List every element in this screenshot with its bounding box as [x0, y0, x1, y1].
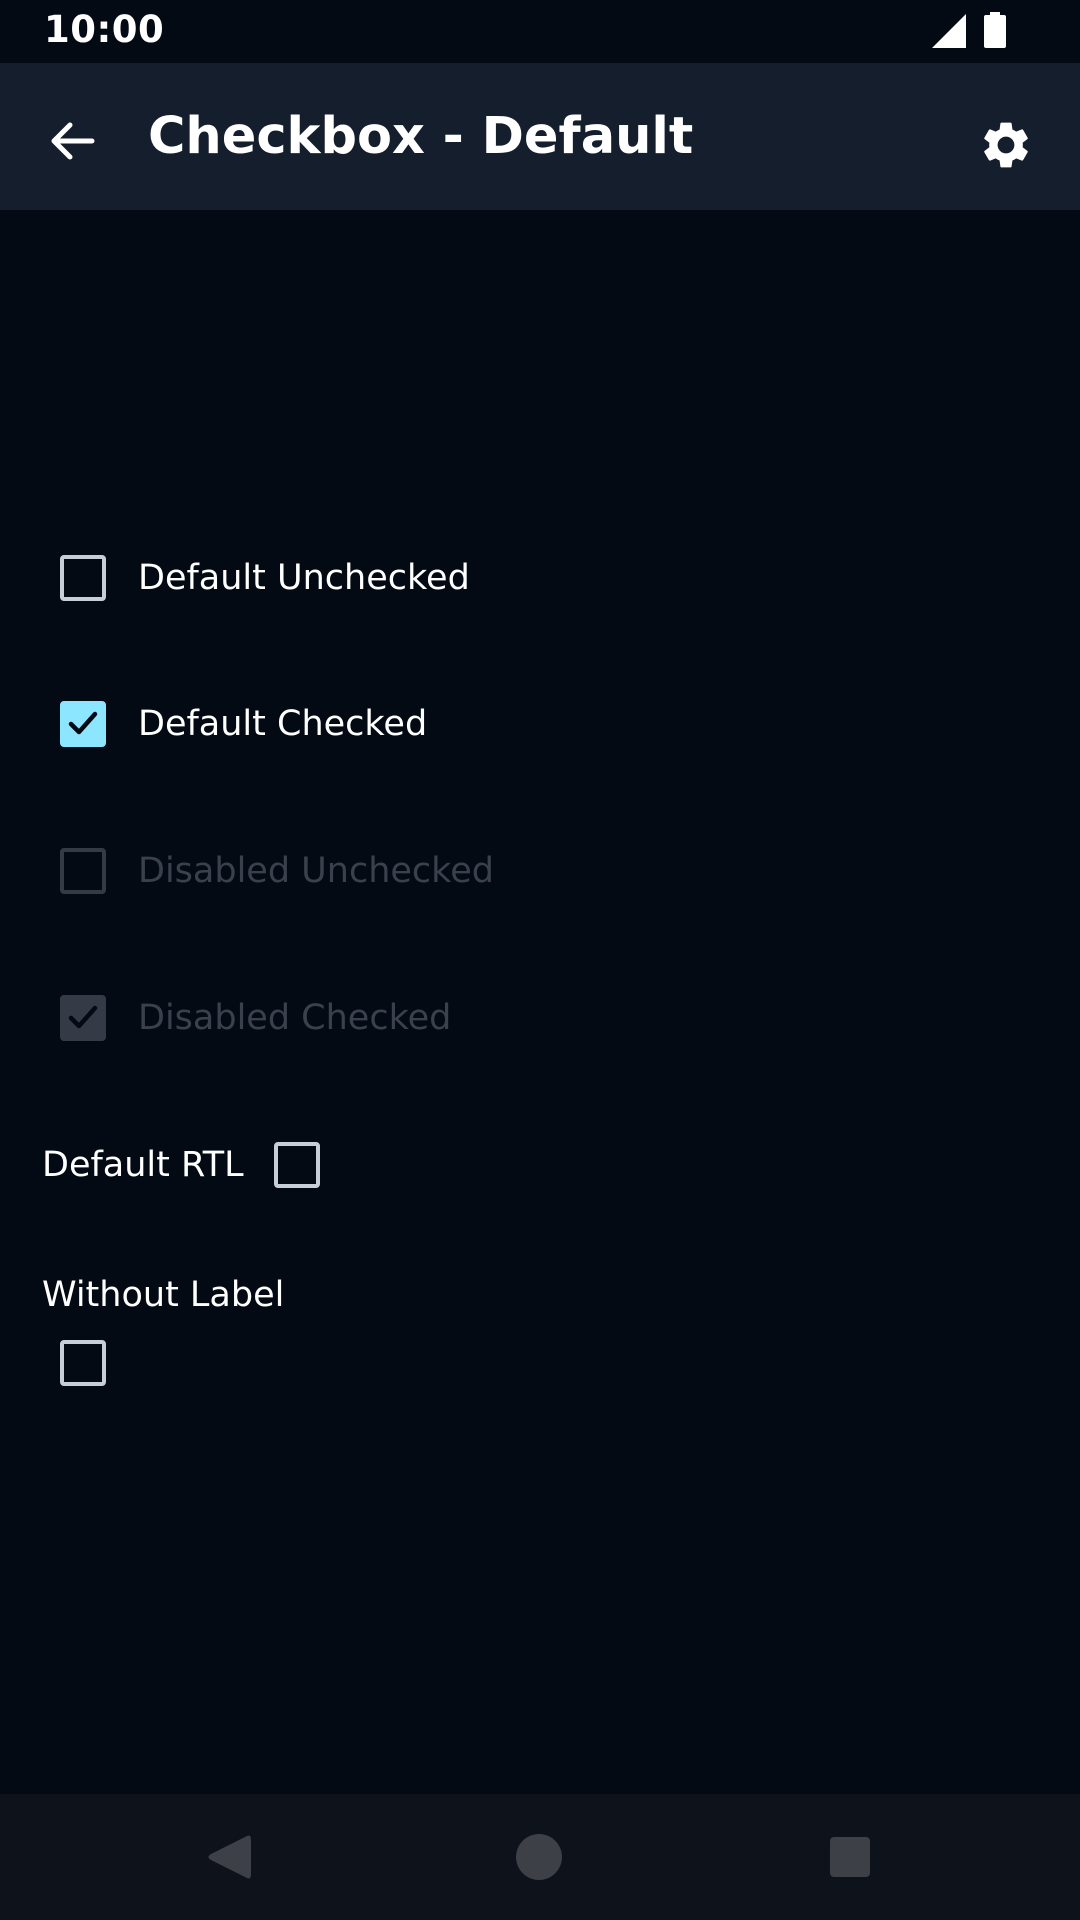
checkbox-disabled-checked — [60, 995, 106, 1041]
battery-icon — [984, 12, 1006, 48]
signal-icon — [932, 14, 966, 48]
back-button[interactable] — [34, 103, 110, 179]
back-arrow-icon — [51, 122, 95, 160]
checkbox-row-default-unchecked[interactable]: Default Unchecked — [60, 538, 470, 618]
nav-home-icon[interactable] — [516, 1834, 562, 1880]
checkbox-label: Disabled Unchecked — [138, 851, 494, 891]
checkbox-default-rtl[interactable] — [273, 1142, 320, 1188]
checkbox-row-default-rtl[interactable]: Default RTL — [42, 1125, 320, 1205]
checkbox-row-disabled-checked: Disabled Checked — [60, 978, 451, 1058]
nav-back-icon[interactable] — [205, 1832, 251, 1882]
checkbox-label: Disabled Checked — [138, 998, 452, 1038]
checkbox-default-unchecked[interactable] — [60, 555, 106, 601]
checkbox-default-checked[interactable] — [60, 701, 106, 747]
status-bar: 10:00 — [0, 0, 1080, 63]
checkbox-disabled-unchecked — [60, 848, 106, 894]
nav-recents-icon[interactable] — [830, 1837, 870, 1877]
checkbox-label: Default RTL — [42, 1145, 244, 1185]
checkbox-without-label[interactable] — [60, 1340, 106, 1386]
page-title: Checkbox - Default — [148, 107, 694, 166]
app-bar: Checkbox - Default — [0, 63, 1080, 210]
checkbox-label: Default Checked — [138, 704, 428, 744]
checkbox-label: Default Unchecked — [138, 558, 470, 598]
without-label-heading: Without Label — [42, 1275, 285, 1315]
checkmark-icon — [68, 711, 98, 735]
gear-icon — [984, 122, 1028, 168]
settings-button[interactable] — [966, 105, 1046, 185]
checkbox-row-disabled-unchecked: Disabled Unchecked — [60, 831, 494, 911]
status-time: 10:00 — [44, 8, 165, 51]
checkmark-icon — [68, 1005, 98, 1029]
checkbox-row-default-checked[interactable]: Default Checked — [60, 684, 427, 764]
